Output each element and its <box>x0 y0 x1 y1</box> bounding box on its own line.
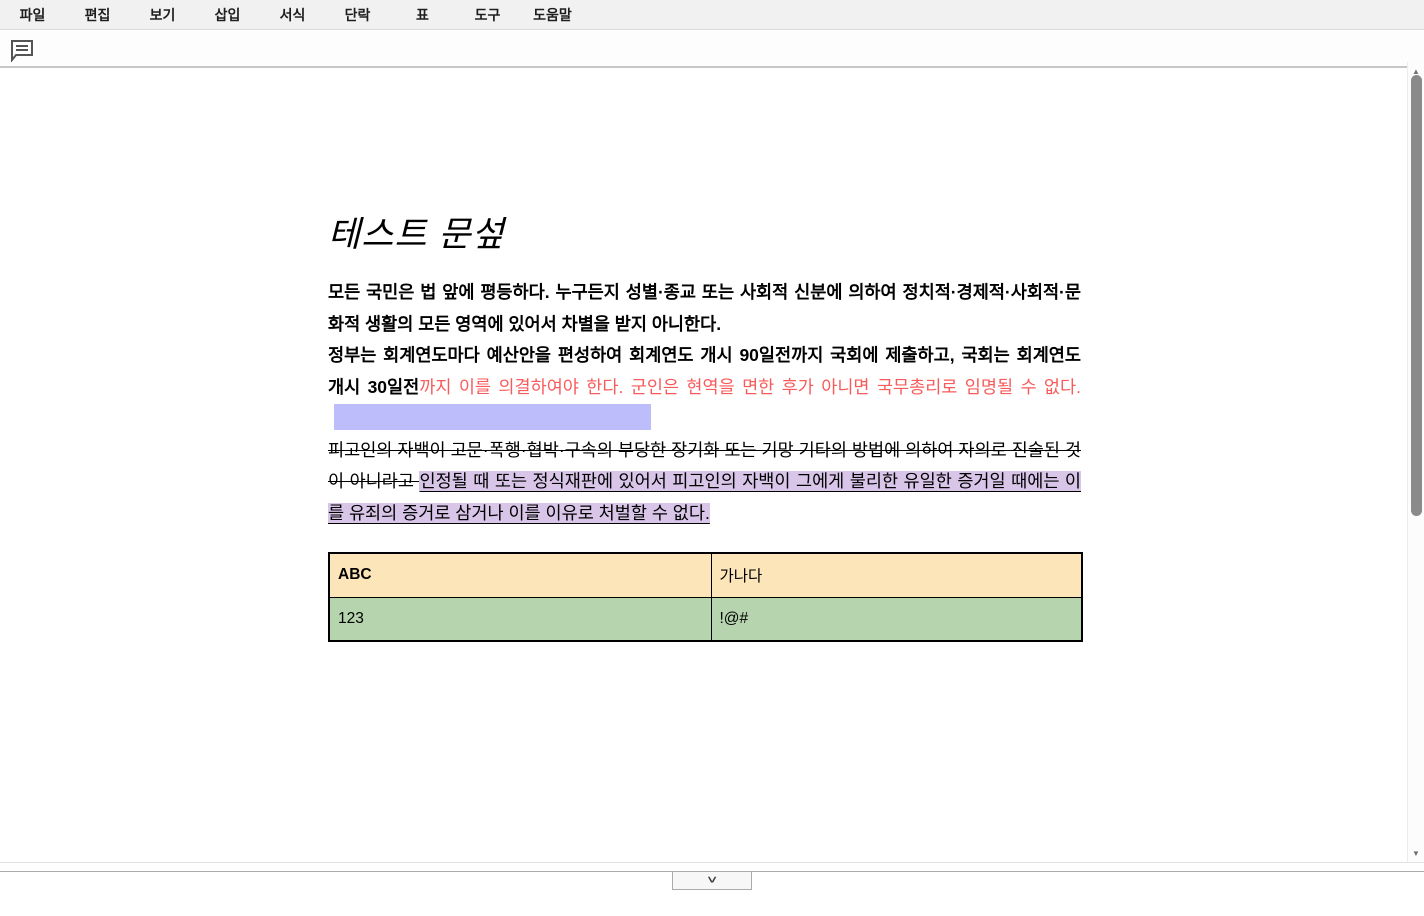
paragraph3-underlined-highlight-text: 인정될 때 또는 정식재판에 있어서 피고인의 자백이 그에게 불리한 유일한 … <box>328 471 1081 523</box>
comment-button[interactable] <box>9 39 35 63</box>
table-cell-123[interactable]: 123 <box>329 597 711 641</box>
table-cell-symbols[interactable]: !@# <box>711 597 1082 641</box>
viewport-bottom-divider <box>0 862 1424 863</box>
document-canvas[interactable]: 테스트 문섶 모든 국민은 법 앞에 평등하다. 누구든지 성별·종교 또는 사… <box>0 69 1407 862</box>
paragraph-equality: 모든 국민은 법 앞에 평등하다. 누구든지 성별·종교 또는 사회적 신분에 … <box>328 277 1081 340</box>
collapse-panel-button[interactable]: ∨ <box>672 871 752 890</box>
paragraph-confession: 피고인의 자백이 고문·폭행·협박·구속의 부당한 장기화 또는 기망 기타의 … <box>328 435 1081 530</box>
table-cell-abc[interactable]: ABC <box>329 553 711 597</box>
menu-view[interactable]: 보기 <box>130 5 195 25</box>
table-row: 123 !@# <box>329 597 1082 641</box>
scroll-down-icon[interactable]: ▼ <box>1408 849 1424 859</box>
scrollbar-thumb[interactable] <box>1411 75 1422 516</box>
menu-table[interactable]: 표 <box>390 5 455 25</box>
document-title: 테스트 문섶 <box>328 211 1081 259</box>
paragraph1-bold-text: 모든 국민은 법 앞에 평등하다. 누구든지 성별·종교 또는 사회적 신분에 … <box>328 282 1081 334</box>
menu-format[interactable]: 서식 <box>260 5 325 25</box>
menu-bar: 파일 편집 보기 삽입 서식 단락 표 도구 도움말 <box>0 0 1424 30</box>
menu-edit[interactable]: 편집 <box>65 5 130 25</box>
highlighted-blank-run <box>334 404 651 430</box>
document-content: 테스트 문섶 모든 국민은 법 앞에 평등하다. 누구든지 성별·종교 또는 사… <box>328 211 1081 642</box>
toolbar <box>0 31 1424 68</box>
vertical-scrollbar[interactable]: ▲ ▼ <box>1407 62 1424 863</box>
menu-paragraph[interactable]: 단락 <box>325 5 390 25</box>
menu-file[interactable]: 파일 <box>0 5 65 25</box>
table-row: ABC 가나다 <box>329 553 1082 597</box>
document-table: ABC 가나다 123 !@# <box>328 552 1083 642</box>
paragraph2-red-text: 까지 이를 의결하여야 한다. 군인은 현역을 면한 후가 아니면 국무총리로 … <box>419 377 1081 397</box>
chevron-down-icon: ∨ <box>706 876 719 886</box>
menu-tools[interactable]: 도구 <box>455 5 520 25</box>
comment-bubble-icon <box>10 50 34 65</box>
table-cell-ganada[interactable]: 가나다 <box>711 553 1082 597</box>
editor-window: 파일 편집 보기 삽입 서식 단락 표 도구 도움말 테스트 문섶 모든 국민은… <box>0 0 1424 916</box>
paragraph-budget: 정부는 회계연도마다 예산안을 편성하여 회계연도 개시 90일전까지 국회에 … <box>328 340 1081 435</box>
menu-help[interactable]: 도움말 <box>520 5 585 25</box>
menu-insert[interactable]: 삽입 <box>195 5 260 25</box>
